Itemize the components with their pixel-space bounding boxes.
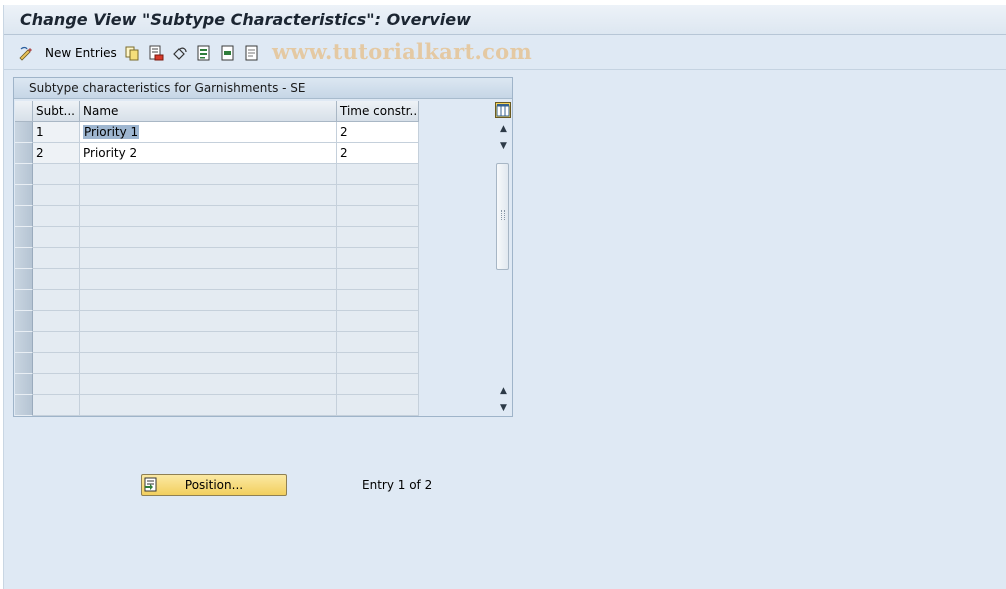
column-header-name[interactable]: Name: [80, 101, 337, 122]
row-selector[interactable]: [15, 311, 33, 332]
subtype-table-control: Subtype characteristics for Garnishments…: [13, 77, 513, 417]
cell-time-constraint[interactable]: [337, 269, 419, 290]
select-block-icon[interactable]: [220, 45, 236, 61]
cell-name[interactable]: [80, 248, 337, 269]
cell-subtype: 2: [33, 143, 80, 164]
grip-icon: [501, 210, 505, 220]
scroll-page-up-button[interactable]: ▲: [497, 384, 510, 397]
cell-subtype[interactable]: [33, 227, 80, 248]
row-selector[interactable]: [15, 227, 33, 248]
watermark: www.tutorialkart.com: [272, 39, 532, 64]
cell-name[interactable]: [80, 164, 337, 185]
cell-name[interactable]: [80, 332, 337, 353]
cell-time-constraint[interactable]: [337, 164, 419, 185]
cell-name[interactable]: [80, 185, 337, 206]
application-toolbar: New Entries www.tutorialkart.com: [4, 36, 1006, 70]
scroll-page-down-button[interactable]: ▼: [497, 401, 510, 414]
change-display-icon[interactable]: [18, 45, 34, 61]
cell-subtype[interactable]: [33, 185, 80, 206]
entry-counter: Entry 1 of 2: [362, 478, 433, 492]
cell-time-constraint[interactable]: [337, 227, 419, 248]
column-header-time-constraint[interactable]: Time constr...: [337, 101, 419, 122]
cell-time-constraint[interactable]: [337, 206, 419, 227]
undo-change-icon[interactable]: [172, 45, 188, 61]
cell-time-constraint[interactable]: 2: [337, 143, 419, 164]
row-selector[interactable]: [15, 185, 33, 206]
cell-name[interactable]: [80, 311, 337, 332]
cell-subtype[interactable]: [33, 332, 80, 353]
cell-subtype[interactable]: [33, 311, 80, 332]
cell-subtype[interactable]: [33, 353, 80, 374]
cell-time-constraint[interactable]: [337, 248, 419, 269]
row-selector[interactable]: [15, 164, 33, 185]
position-button[interactable]: Position...: [141, 474, 287, 496]
row-selector[interactable]: [15, 143, 33, 164]
title-bar: Change View "Subtype Characteristics": O…: [4, 5, 1006, 35]
cell-name[interactable]: [80, 290, 337, 311]
cell-name-text: Priority 1: [83, 125, 140, 139]
cell-time-constraint[interactable]: [337, 311, 419, 332]
table-settings-icon[interactable]: [495, 102, 511, 118]
row-selector[interactable]: [15, 248, 33, 269]
vertical-scrollbar[interactable]: ▲ ▼ ▲ ▼: [495, 101, 512, 416]
cell-time-constraint[interactable]: [337, 332, 419, 353]
cell-name[interactable]: [80, 227, 337, 248]
row-selector[interactable]: [15, 122, 33, 143]
row-selector[interactable]: [15, 290, 33, 311]
cell-name[interactable]: [80, 269, 337, 290]
row-selector[interactable]: [15, 395, 33, 416]
sap-window: Change View "Subtype Characteristics": O…: [3, 5, 1006, 589]
cell-subtype[interactable]: [33, 395, 80, 416]
page-title: Change View "Subtype Characteristics": O…: [20, 10, 471, 29]
deselect-all-icon[interactable]: [244, 45, 260, 61]
delete-icon[interactable]: [148, 45, 164, 61]
table-caption: Subtype characteristics for Garnishments…: [14, 78, 512, 99]
cell-name[interactable]: Priority 1: [80, 122, 337, 143]
row-selector[interactable]: [15, 353, 33, 374]
table-caption-text: Subtype characteristics for Garnishments…: [29, 81, 306, 95]
row-selector[interactable]: [15, 269, 33, 290]
cell-time-constraint[interactable]: [337, 353, 419, 374]
row-selector[interactable]: [15, 206, 33, 227]
cell-name[interactable]: [80, 374, 337, 395]
scroll-down-button[interactable]: ▼: [497, 139, 510, 152]
select-all-rows-button[interactable]: [15, 101, 33, 122]
select-all-icon[interactable]: [196, 45, 212, 61]
cell-name[interactable]: [80, 395, 337, 416]
cell-name[interactable]: [80, 206, 337, 227]
cell-time-constraint[interactable]: 2: [337, 122, 419, 143]
new-entries-button[interactable]: New Entries: [45, 46, 117, 60]
cell-subtype[interactable]: [33, 374, 80, 395]
cell-time-constraint[interactable]: [337, 185, 419, 206]
cell-subtype[interactable]: [33, 290, 80, 311]
cell-name[interactable]: Priority 2: [80, 143, 337, 164]
position-button-label: Position...: [184, 478, 244, 492]
cell-subtype: 1: [33, 122, 80, 143]
row-selector[interactable]: [15, 374, 33, 395]
cell-time-constraint[interactable]: [337, 395, 419, 416]
cell-subtype[interactable]: [33, 269, 80, 290]
scrollbar-thumb[interactable]: [496, 163, 509, 270]
cell-name[interactable]: [80, 353, 337, 374]
scroll-up-button[interactable]: ▲: [497, 122, 510, 135]
cell-time-constraint[interactable]: [337, 374, 419, 395]
column-header-subtype[interactable]: Subt...: [33, 101, 80, 122]
copy-icon[interactable]: [124, 45, 140, 61]
cell-subtype[interactable]: [33, 206, 80, 227]
cell-subtype[interactable]: [33, 248, 80, 269]
cell-subtype[interactable]: [33, 164, 80, 185]
row-selector[interactable]: [15, 332, 33, 353]
cell-time-constraint[interactable]: [337, 290, 419, 311]
